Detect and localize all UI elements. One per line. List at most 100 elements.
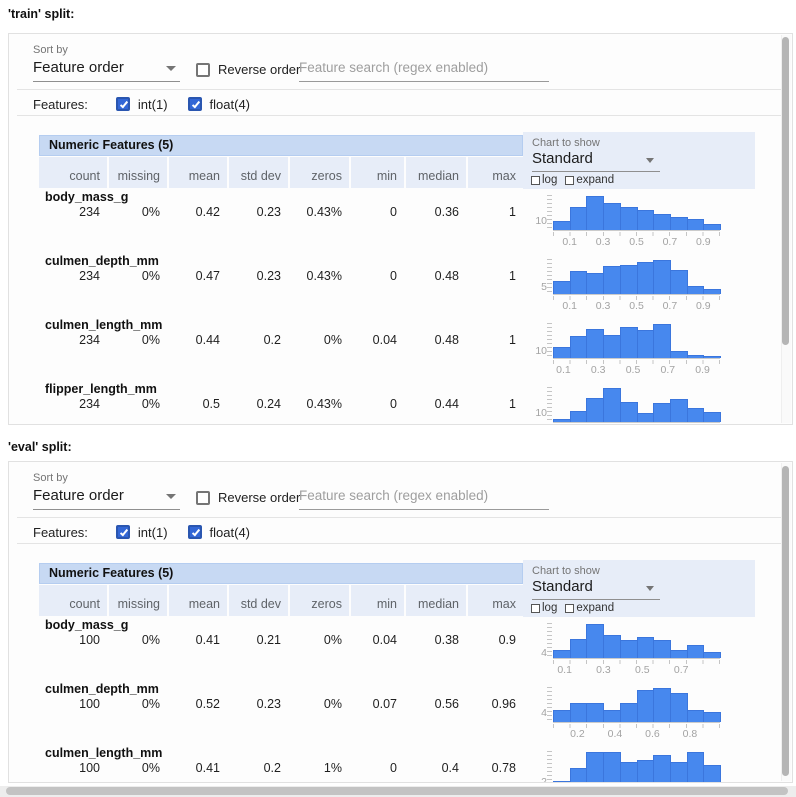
column-header-max: max: [468, 585, 523, 616]
cell-stddev: 0.23: [229, 697, 288, 711]
column-header-min: min: [351, 157, 404, 188]
sort-by-select[interactable]: Sort by Feature order: [33, 44, 180, 82]
checkbox-checked-icon[interactable]: [188, 97, 202, 111]
eval-split-label: 'eval' split:: [8, 440, 72, 454]
checkbox-checked-icon[interactable]: [116, 525, 130, 539]
reverse-order-checkbox[interactable]: Reverse order: [196, 490, 300, 505]
cell-zeros: 0.43%: [290, 269, 349, 283]
feature-histogram: 20.20.40.6: [553, 745, 720, 783]
histogram-bars: [553, 685, 720, 723]
chart-to-show-box: Chart to show Standard log expand: [523, 560, 755, 617]
features-label: Features:: [33, 525, 88, 540]
expand-checkbox[interactable]: [565, 176, 574, 185]
table-row: body_mass_g 100 0% 0.41 0.21 0% 0.04 0.3…: [9, 617, 769, 681]
filter-int[interactable]: int(1): [116, 525, 168, 540]
histogram-bar: [570, 411, 588, 422]
chart-to-show-label: Chart to show: [532, 565, 600, 577]
table-header-row: count missing mean std dev zeros min med…: [39, 157, 523, 188]
cell-median: 0.36: [406, 205, 466, 219]
histogram-bar: [637, 210, 655, 230]
feature-search-input[interactable]: [299, 56, 549, 81]
cell-max: 1: [468, 205, 523, 219]
expand-checkbox[interactable]: [565, 604, 574, 613]
vertical-scrollbar-track[interactable]: [781, 463, 791, 781]
feature-name: body_mass_g: [45, 190, 128, 204]
cell-min: 0.04: [351, 333, 404, 347]
cell-zeros: 1%: [290, 761, 349, 775]
vertical-scrollbar-thumb[interactable]: [782, 37, 789, 345]
divider: [17, 517, 782, 518]
histogram-bar: [687, 219, 705, 230]
vertical-scrollbar-thumb[interactable]: [782, 466, 789, 776]
cell-stddev: 0.2: [229, 333, 288, 347]
cell-missing: 0%: [109, 205, 167, 219]
cell-count: 100: [39, 761, 107, 775]
chart-type-select[interactable]: Standard: [532, 150, 660, 172]
column-header-missing: missing: [109, 585, 167, 616]
cell-missing: 0%: [109, 761, 167, 775]
cell-min: 0: [351, 761, 404, 775]
cell-min: 0: [351, 205, 404, 219]
cell-zeros: 0.43%: [290, 397, 349, 411]
histogram-bar: [703, 765, 721, 783]
histogram-bar: [670, 217, 688, 230]
cell-missing: 0%: [109, 697, 167, 711]
histogram-bar: [670, 650, 688, 658]
histogram-bar: [653, 260, 671, 294]
sort-by-select[interactable]: Sort by Feature order: [33, 472, 180, 510]
histogram-bar: [670, 399, 688, 422]
feature-search-input[interactable]: [299, 484, 549, 509]
cell-max: 1: [468, 269, 523, 283]
histogram-bar: [603, 752, 621, 783]
cell-zeros: 0.43%: [290, 205, 349, 219]
log-checkbox[interactable]: [531, 604, 540, 613]
histogram-bar: [670, 351, 688, 358]
cell-zeros: 0%: [290, 697, 349, 711]
filter-int-label: int(1): [138, 97, 168, 112]
x-axis-label: 0.6: [645, 728, 660, 740]
histogram-bar: [586, 329, 604, 358]
checkbox-unchecked-icon[interactable]: [196, 63, 210, 77]
cell-median: 0.48: [406, 269, 466, 283]
histogram-bar: [553, 419, 571, 422]
y-axis-ticks: [547, 195, 552, 231]
feature-histogram: 100.10.30.50.70.9: [553, 189, 720, 245]
cell-max: 0.78: [468, 761, 523, 775]
filter-int[interactable]: int(1): [116, 97, 168, 112]
chart-options: log expand: [531, 602, 622, 614]
checkbox-unchecked-icon[interactable]: [196, 491, 210, 505]
log-checkbox[interactable]: [531, 176, 540, 185]
cell-mean: 0.47: [169, 269, 227, 283]
checkbox-checked-icon[interactable]: [188, 525, 202, 539]
horizontal-scrollbar-thumb[interactable]: [6, 787, 788, 795]
histogram-bar: [637, 760, 655, 783]
cell-min: 0.07: [351, 697, 404, 711]
histogram-bar: [570, 207, 588, 230]
cell-missing: 0%: [109, 633, 167, 647]
x-axis-label: 0.5: [626, 364, 641, 376]
histogram-bar: [620, 327, 638, 358]
filter-float-label: float(4): [210, 97, 250, 112]
cell-median: 0.56: [406, 697, 466, 711]
histogram-bar: [603, 203, 621, 230]
expand-label: expand: [576, 174, 614, 186]
feature-name: culmen_depth_mm: [45, 254, 159, 268]
filter-float[interactable]: float(4): [188, 525, 250, 540]
sort-by-value: Feature order: [33, 487, 180, 504]
checkbox-checked-icon[interactable]: [116, 97, 130, 111]
x-axis-labels: 0.10.30.50.70.9: [553, 300, 720, 312]
histogram-bar: [620, 265, 638, 294]
table-row: flipper_length_mm 234 0% 0.5 0.24 0.43% …: [9, 381, 769, 425]
cell-max: 0.96: [468, 697, 523, 711]
vertical-scrollbar-track[interactable]: [781, 35, 791, 423]
cell-count: 234: [39, 333, 107, 347]
y-axis-ticks: [547, 259, 552, 295]
filter-float[interactable]: float(4): [188, 97, 250, 112]
histogram-bar: [586, 273, 604, 294]
reverse-order-checkbox[interactable]: Reverse order: [196, 62, 300, 77]
x-axis-ticks: [553, 424, 721, 425]
train-split-panel: Sort by Feature order Reverse order Feat…: [8, 33, 793, 425]
chart-type-select[interactable]: Standard: [532, 578, 660, 600]
histogram-bar: [586, 624, 604, 658]
feature-histogram: 50.10.30.50.70.9: [553, 253, 720, 309]
